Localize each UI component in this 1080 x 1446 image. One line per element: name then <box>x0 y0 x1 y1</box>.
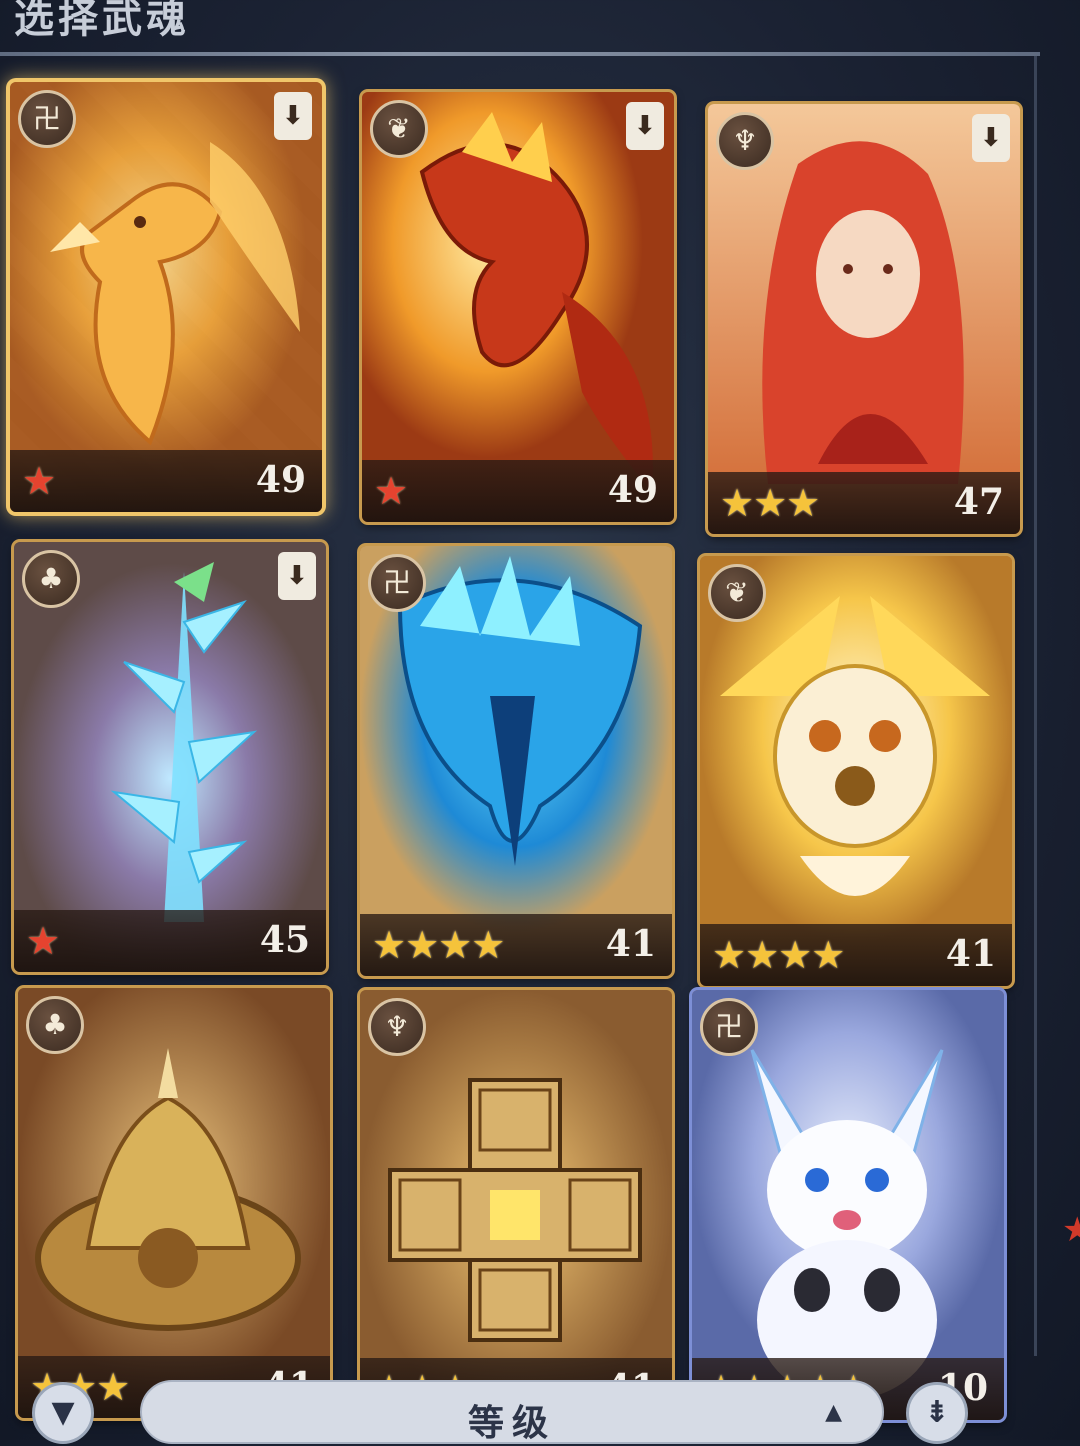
star-icon: ★ <box>720 481 754 525</box>
card-info-bar: ★ 49 <box>10 450 322 512</box>
soul-card[interactable]: ♣★★★41 <box>18 988 330 1418</box>
bottom-toolbar: ▼ 等级 ▲ ⇟ <box>0 1378 1080 1444</box>
star-icon: ★ <box>22 459 56 503</box>
star-icon: ★ <box>372 923 406 967</box>
sort-order-icon: ⇟ <box>924 1395 950 1430</box>
card-level: 41 <box>605 923 656 965</box>
card-level: 45 <box>259 919 310 961</box>
chevron-up-icon: ▲ <box>825 1400 842 1425</box>
sort-order-button[interactable]: ⇟ <box>906 1382 968 1444</box>
wing-icon: ❦ <box>708 564 766 622</box>
golden-cube-artwork <box>360 990 672 1420</box>
star-rating: ★★★★ <box>372 923 505 967</box>
star-rating: ★ <box>26 919 60 963</box>
tree-icon: ♣ <box>22 550 80 608</box>
card-info-bar: ★★★ 47 <box>708 472 1020 534</box>
phoenix-artwork <box>10 82 322 512</box>
down-arrow-icon: ⬇ <box>626 102 664 150</box>
tower-icon: 卍 <box>700 998 758 1056</box>
card-info-bar: ★ 45 <box>14 910 326 972</box>
down-arrow-icon: ⬇ <box>274 92 312 140</box>
star-rating: ★ <box>374 469 408 513</box>
golden-owl-artwork <box>700 556 1012 986</box>
star-rating: ★★★★ <box>712 933 845 977</box>
filter-button[interactable]: ▼ <box>32 1382 94 1444</box>
ice-crystal-plant-artwork <box>14 542 326 972</box>
star-icon: ★ <box>438 923 472 967</box>
tower-icon: 卍 <box>368 554 426 612</box>
card-level: 47 <box>953 481 1004 523</box>
tree-icon: ♣ <box>26 996 84 1054</box>
sort-label: 等级 <box>467 1403 556 1444</box>
down-arrow-icon: ⬇ <box>278 552 316 600</box>
star-icon: ★ <box>712 933 746 977</box>
star-rating: ★★★ <box>720 481 820 525</box>
soul-card[interactable]: ♆★★★41 <box>360 990 672 1420</box>
card-level: 41 <box>945 933 996 975</box>
soul-card[interactable]: 卍★★★★★10 <box>692 990 1004 1420</box>
soul-card[interactable]: ❦ ⬇ ★ 49 <box>362 92 674 522</box>
side-star-icon: ★ <box>1062 1210 1080 1250</box>
star-icon: ★ <box>786 481 820 525</box>
soul-card[interactable]: ❦ ★★★★ 41 <box>700 556 1012 986</box>
star-icon: ★ <box>26 919 60 963</box>
down-arrow-icon: ⬇ <box>972 114 1010 162</box>
tower-icon: 卍 <box>18 90 76 148</box>
star-icon: ★ <box>753 481 787 525</box>
star-icon: ★ <box>374 469 408 513</box>
golden-bell-artwork <box>18 988 330 1418</box>
white-fox-artwork <box>692 990 1004 1420</box>
filter-icon: ▼ <box>51 1395 75 1430</box>
star-icon: ★ <box>745 933 779 977</box>
star-icon: ★ <box>471 923 505 967</box>
soul-card[interactable]: 卍 ★★★★ 41 <box>360 546 672 976</box>
star-rating: ★ <box>22 459 56 503</box>
soul-card[interactable]: 卍 ⬇ ★ 49 <box>10 82 322 512</box>
star-icon: ★ <box>778 933 812 977</box>
sort-dropdown[interactable]: 等级 ▲ <box>140 1380 884 1444</box>
red-haired-woman-artwork <box>708 104 1020 534</box>
card-info-bar: ★★★★ 41 <box>360 914 672 976</box>
lotus-icon: ♆ <box>716 112 774 170</box>
soul-card[interactable]: ♆ ⬇ ★★★ 47 <box>708 104 1020 534</box>
card-level: 49 <box>255 459 306 501</box>
panel-edge <box>1034 56 1037 1356</box>
ice-dragon-artwork <box>360 546 672 976</box>
card-info-bar: ★★★★ 41 <box>700 924 1012 986</box>
lotus-icon: ♆ <box>368 998 426 1056</box>
title-divider <box>0 52 1040 56</box>
fire-dragon-artwork <box>362 92 674 522</box>
card-info-bar: ★ 49 <box>362 460 674 522</box>
page-title: 选择武魂 <box>14 0 190 42</box>
soul-card[interactable]: ♣ ⬇ ★ 45 <box>14 542 326 972</box>
wing-icon: ❦ <box>370 100 428 158</box>
star-icon: ★ <box>811 933 845 977</box>
card-level: 49 <box>607 469 658 511</box>
star-icon: ★ <box>405 923 439 967</box>
